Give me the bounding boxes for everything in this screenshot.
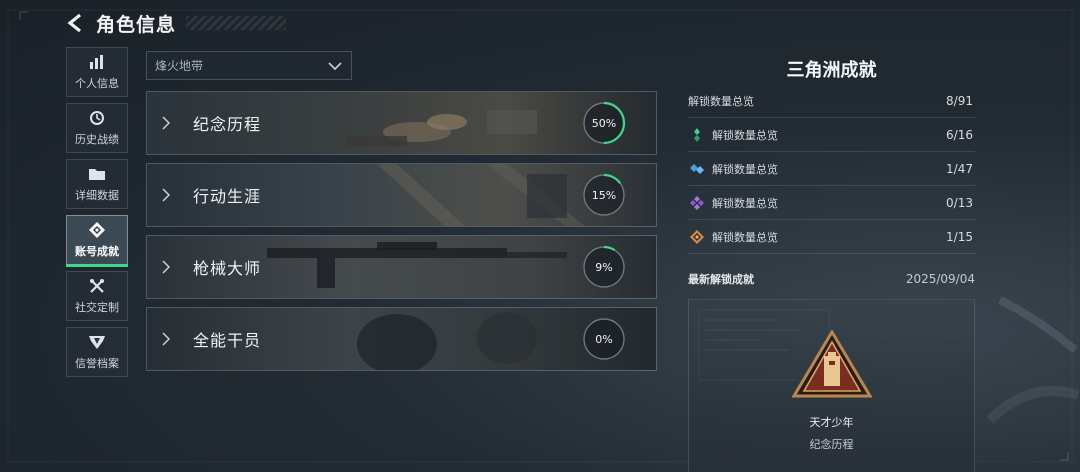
sidebar-item-details[interactable]: 详细数据	[66, 159, 128, 209]
sidebar-item-personal-info[interactable]: 个人信息	[66, 47, 128, 97]
green-tier-icon	[694, 127, 700, 142]
latest-unlock-header: 最新解锁成就 2025/09/04	[688, 262, 975, 296]
gold-tier-icon	[690, 229, 704, 244]
blue-tier-icon	[690, 163, 704, 174]
tier-unlock-row: 解锁数量总览 6/16	[688, 118, 975, 152]
stat-value: 6/16	[946, 127, 973, 142]
sidebar-item-history[interactable]: 历史战绩	[66, 103, 128, 153]
back-arrow-icon[interactable]	[64, 11, 86, 35]
tools-icon	[87, 277, 107, 295]
stat-label: 解锁数量总览	[712, 230, 778, 244]
sidebar-item-achievements[interactable]: 账号成就	[66, 215, 128, 267]
sidebar-item-label: 详细数据	[75, 189, 119, 202]
category-card[interactable]: 枪械大师 9%	[146, 235, 657, 299]
category-card[interactable]: 行动生涯 15%	[146, 163, 657, 227]
folder-icon	[87, 165, 107, 183]
bar-chart-icon	[87, 53, 107, 71]
achievement-badge-icon	[87, 221, 107, 239]
chevron-down-icon	[327, 56, 343, 75]
category-card[interactable]: 全能干员 0%	[146, 307, 657, 371]
stat-label: 解锁数量总览	[712, 162, 778, 176]
achievement-summary-panel: 三角洲成就 解锁数量总览 8/91 解锁数量总览 6/16 解锁数量总览 1/4…	[688, 56, 975, 472]
progress-ring: 0%	[582, 317, 626, 361]
latest-unlock-date: 2025/09/04	[905, 272, 975, 286]
category-label: 全能干员	[193, 331, 262, 350]
progress-percent: 9%	[595, 260, 613, 274]
shield-wings-icon	[87, 333, 107, 351]
chevron-right-icon	[161, 259, 177, 275]
category-label: 枪械大师	[193, 259, 262, 278]
tier-unlock-row: 解锁数量总览 0/13	[688, 186, 975, 220]
progress-ring: 15%	[582, 173, 626, 217]
total-unlock-row: 解锁数量总览 8/91	[688, 84, 975, 118]
category-label: 行动生涯	[193, 187, 262, 206]
tier-unlock-row: 解锁数量总览 1/15	[688, 220, 975, 254]
page-header: 角色信息	[64, 8, 287, 38]
sidebar-item-label: 账号成就	[75, 245, 119, 258]
latest-achievement-card[interactable]: 天才少年 纪念历程	[688, 299, 975, 472]
achievement-category-list: 纪念历程 50% 行动生涯 15% 枪械大师 9% 全能干员 0%	[146, 91, 657, 379]
chevron-right-icon	[161, 115, 177, 131]
page-title: 角色信息	[96, 13, 177, 36]
sidebar-item-label: 个人信息	[75, 77, 119, 90]
stat-value: 1/47	[946, 161, 973, 176]
purple-tier-icon	[690, 195, 704, 210]
panel-title: 三角洲成就	[786, 60, 877, 81]
progress-percent: 15%	[591, 188, 617, 202]
history-clock-icon	[87, 109, 107, 127]
latest-achievement-category: 纪念历程	[809, 438, 854, 451]
chevron-right-icon	[161, 187, 177, 203]
stat-label: 解锁数量总览	[688, 94, 754, 108]
sidebar-item-reputation[interactable]: 信誉档案	[66, 327, 128, 377]
stat-label: 解锁数量总览	[712, 196, 778, 210]
progress-percent: 50%	[591, 116, 617, 130]
stat-value: 8/91	[946, 93, 973, 108]
sidebar-item-social[interactable]: 社交定制	[66, 271, 128, 321]
category-card[interactable]: 纪念历程 50%	[146, 91, 657, 155]
latest-unlock-label: 最新解锁成就	[688, 273, 754, 286]
mode-filter-dropdown[interactable]: 烽火地带	[146, 51, 352, 80]
progress-ring: 9%	[582, 245, 626, 289]
progress-ring: 50%	[582, 101, 626, 145]
triangle-achievement-badge-icon	[792, 330, 872, 398]
tier-unlock-row: 解锁数量总览 1/47	[688, 152, 975, 186]
latest-achievement-name: 天才少年	[809, 416, 854, 429]
dropdown-selected-value: 烽火地带	[155, 59, 204, 73]
progress-percent: 0%	[595, 332, 613, 346]
sidebar-nav: 个人信息 历史战绩 详细数据 账号成就 社交定制 信誉档案	[66, 47, 128, 383]
sidebar-item-label: 历史战绩	[75, 133, 119, 146]
sidebar-item-label: 社交定制	[75, 301, 119, 314]
chevron-right-icon	[161, 331, 177, 347]
stat-value: 0/13	[946, 195, 973, 210]
stat-value: 1/15	[946, 229, 973, 244]
stat-label: 解锁数量总览	[712, 128, 778, 142]
title-decoration	[186, 16, 287, 30]
category-label: 纪念历程	[193, 115, 262, 134]
sidebar-item-label: 信誉档案	[75, 357, 119, 370]
